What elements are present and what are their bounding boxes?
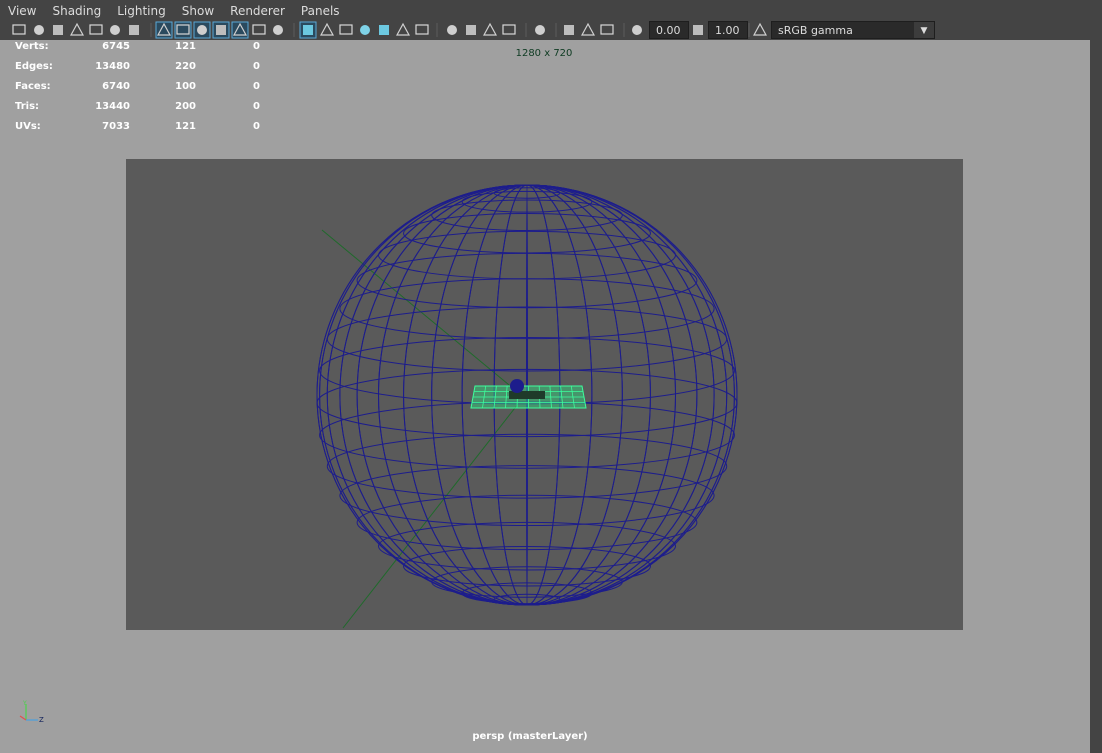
- hud-c3: 0: [253, 61, 260, 72]
- panel-border: [1090, 0, 1102, 753]
- menu-lighting[interactable]: Lighting: [109, 0, 174, 22]
- hud-c1: 6745: [102, 41, 130, 52]
- hud-label: Verts:: [15, 41, 49, 52]
- axis-y-label: Y: [22, 700, 27, 707]
- grid-axis-line: [342, 403, 519, 629]
- axis-z-label: Z: [39, 716, 44, 724]
- viewport-scene[interactable]: [126, 159, 963, 630]
- menu-renderer[interactable]: Renderer: [222, 0, 293, 22]
- hud-row-tris: Tris: 13440 200 0: [14, 100, 274, 120]
- hud-c3: 0: [253, 81, 260, 92]
- gamma-field[interactable]: 1.00: [708, 21, 748, 39]
- chevron-down-icon: ▼: [914, 22, 934, 38]
- axis-x-line: [19, 715, 27, 721]
- menu-panels[interactable]: Panels: [293, 0, 348, 22]
- hud-c3: 0: [253, 41, 260, 52]
- menu-view[interactable]: View: [0, 0, 44, 22]
- hud-c3: 0: [253, 121, 260, 132]
- hud-c2: 121: [175, 41, 196, 52]
- hud-row-faces: Faces: 6740 100 0: [14, 80, 274, 100]
- hud-c2: 220: [175, 61, 196, 72]
- hud-c2: 121: [175, 121, 196, 132]
- viewport-menubar: View Shading Lighting Show Renderer Panels: [0, 0, 1090, 22]
- menu-shading[interactable]: Shading: [44, 0, 109, 22]
- hud-label: UVs:: [15, 121, 41, 132]
- hud-c1: 13480: [95, 61, 130, 72]
- hud-label: Edges:: [15, 61, 53, 72]
- view-axis-gizmo: Y Z: [19, 700, 44, 724]
- small-sphere[interactable]: [510, 379, 524, 393]
- hud-c1: 7033: [102, 121, 130, 132]
- hud-c1: 13440: [95, 101, 130, 112]
- resolution-readout: 1280 x 720: [515, 48, 573, 59]
- hud-c1: 6740: [102, 81, 130, 92]
- menu-show[interactable]: Show: [174, 0, 222, 22]
- camera-label: persp (masterLayer): [472, 731, 588, 742]
- hud-row-uvs: UVs: 7033 121 0: [14, 120, 274, 140]
- hud-row-edges: Edges: 13480 220 0: [14, 60, 274, 80]
- hud-label: Tris:: [15, 101, 40, 112]
- hud-label: Faces:: [15, 81, 51, 92]
- colorspace-value: sRGB gamma: [778, 24, 853, 37]
- colorspace-dropdown[interactable]: sRGB gamma ▼: [771, 21, 935, 39]
- exposure-field[interactable]: 0.00: [649, 21, 689, 39]
- hud-c2: 100: [175, 81, 196, 92]
- poly-count-hud: Verts: 6745 121 0 Edges: 13480 220 0 Faces: 6740 1…: [14, 40, 274, 140]
- hud-c2: 200: [175, 101, 196, 112]
- hud-c3: 0: [253, 101, 260, 112]
- hud-row-verts: Verts: 6745 121 0: [14, 40, 274, 60]
